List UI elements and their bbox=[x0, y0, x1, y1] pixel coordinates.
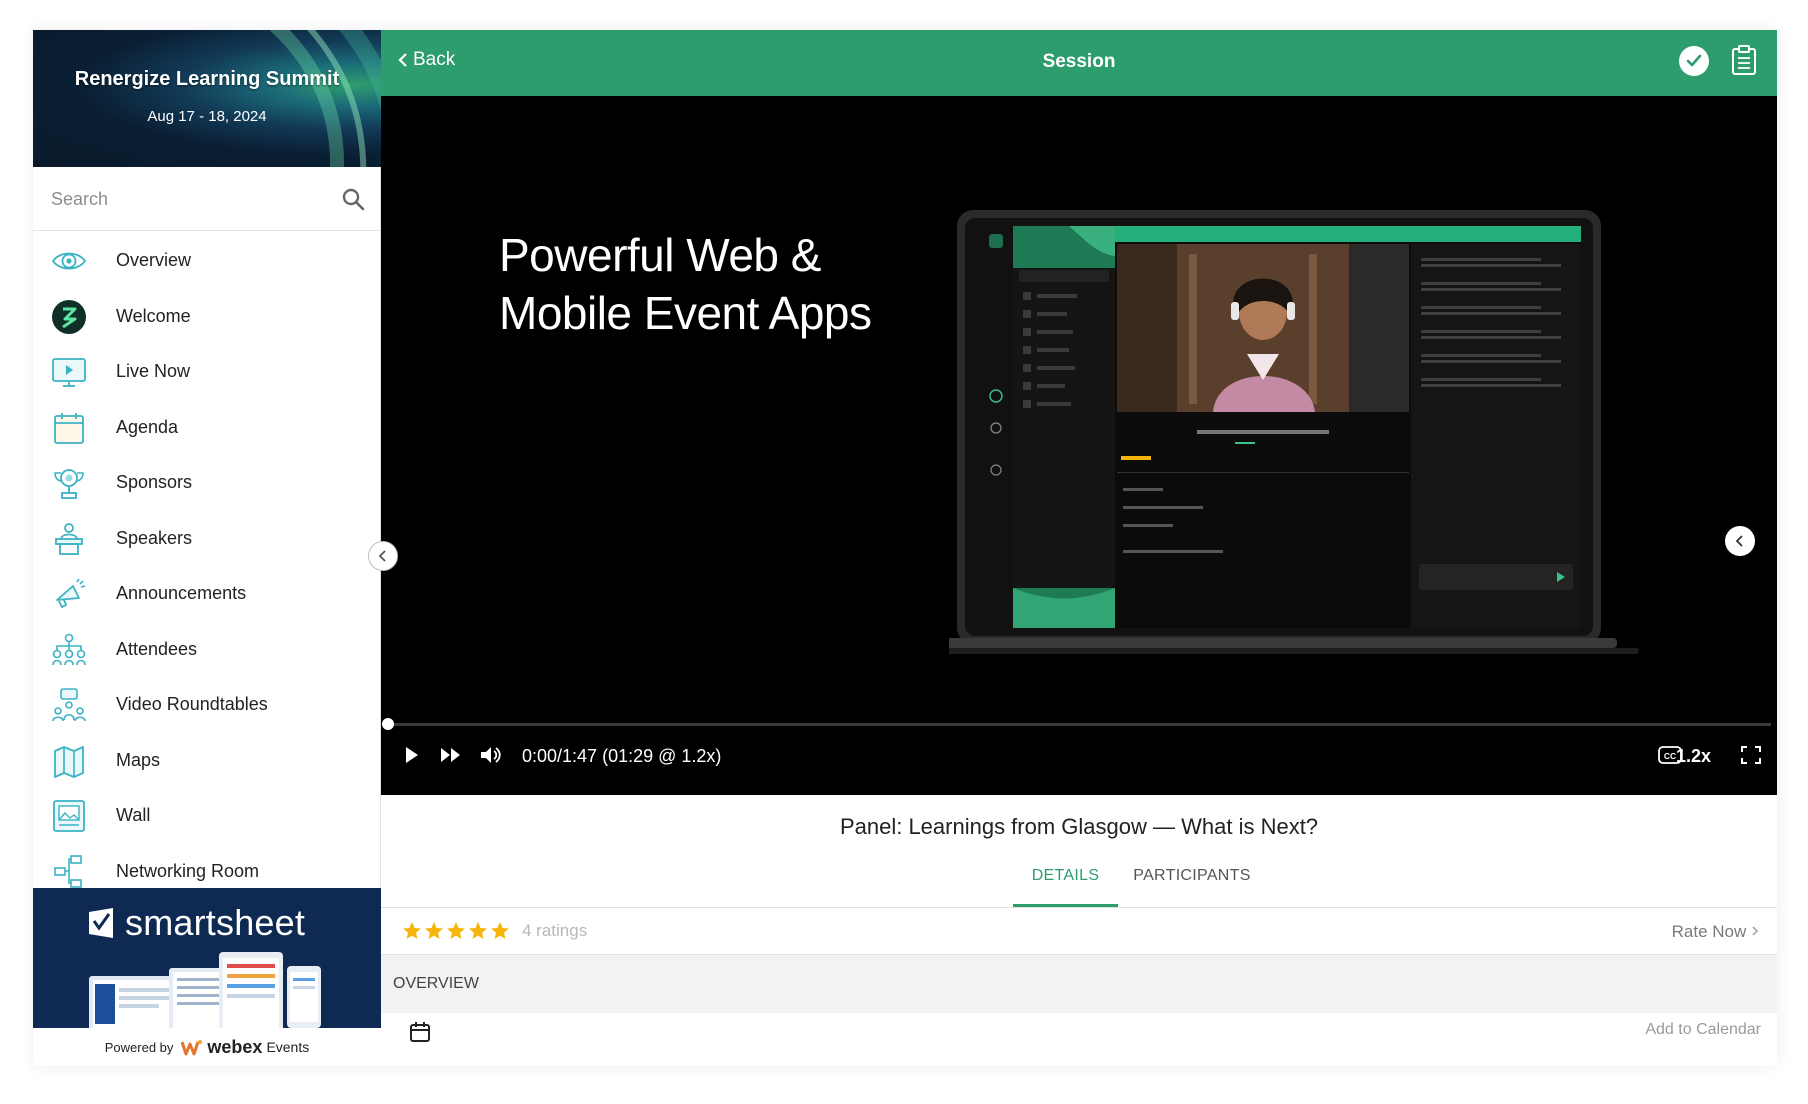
chevron-left-icon bbox=[378, 550, 386, 562]
video-headline: Powerful Web & Mobile Event Apps bbox=[499, 229, 872, 339]
volume-icon[interactable] bbox=[479, 744, 503, 766]
event-banner: Renergize Learning Summit Aug 17 - 18, 2… bbox=[33, 30, 381, 167]
sidebar-item-overview[interactable]: Overview bbox=[33, 233, 381, 289]
sidebar-item-label: Live Now bbox=[116, 361, 191, 381]
powered-by-label: Powered by bbox=[104, 1039, 174, 1055]
sidebar-item-live-now[interactable]: Live Now bbox=[33, 344, 381, 400]
sidebar-item-welcome[interactable]: Welcome bbox=[33, 289, 381, 345]
sidebar-item-announcements[interactable]: Announcements bbox=[33, 566, 381, 622]
notes-clipboard-icon[interactable] bbox=[1731, 44, 1757, 76]
star-icon bbox=[447, 922, 465, 939]
search-input[interactable] bbox=[51, 181, 321, 217]
event-dates: Aug 17 - 18, 2024 bbox=[147, 108, 267, 125]
ratings-count: 4 ratings bbox=[522, 921, 588, 940]
tab-details[interactable]: DETAILS bbox=[1013, 855, 1118, 907]
webex-events-label: Events bbox=[266, 1039, 310, 1055]
eye-icon bbox=[51, 252, 87, 270]
sidebar-item-speakers[interactable]: Speakers bbox=[33, 511, 381, 567]
webex-logo-icon bbox=[181, 1040, 203, 1056]
rate-now-label: Rate Now bbox=[1671, 922, 1747, 941]
map-icon bbox=[54, 745, 84, 778]
overview-section-header: OVERVIEW bbox=[381, 955, 1777, 1013]
calendar-icon bbox=[410, 1022, 430, 1042]
play-icon[interactable] bbox=[403, 744, 421, 766]
monitor-play-icon bbox=[52, 358, 86, 387]
session-title: Panel: Learnings from Glasgow — What is … bbox=[839, 814, 1319, 839]
star-icon bbox=[491, 922, 509, 939]
video-player[interactable]: Powerful Web & Mobile Event Apps 0:00/1:… bbox=[381, 96, 1777, 795]
sidebar-item-sponsors[interactable]: Sponsors bbox=[33, 455, 381, 511]
app-window: Renergize Learning Summit Aug 17 - 18, 2… bbox=[33, 30, 1777, 1066]
device-mockups-graphic bbox=[89, 952, 321, 1028]
webex-brand: webex bbox=[207, 1036, 263, 1057]
ad-brand: smartsheet bbox=[125, 902, 306, 943]
svg-text:CC: CC bbox=[1664, 751, 1676, 761]
sidebar-item-label: Networking Room bbox=[116, 860, 260, 881]
chevron-right-icon bbox=[1752, 926, 1758, 936]
powered-by-footer: Powered by webex Events bbox=[33, 1028, 381, 1066]
sidebar-item-label: Agenda bbox=[116, 416, 179, 437]
search-bar bbox=[33, 167, 381, 231]
star-icon bbox=[469, 922, 487, 939]
session-header: Back Session bbox=[381, 30, 1777, 96]
search-icon[interactable] bbox=[341, 187, 365, 211]
sidebar-item-label: Wall bbox=[116, 805, 151, 825]
sidebar-item-wall[interactable]: Wall bbox=[33, 788, 381, 844]
sidebar-item-agenda[interactable]: Agenda bbox=[33, 400, 381, 456]
sidebar-item-label: Speakers bbox=[116, 527, 193, 548]
tab-participants[interactable]: PARTICIPANTS bbox=[1126, 855, 1258, 907]
sidebar-item-label: Announcements bbox=[116, 583, 247, 603]
sidebar-item-video-roundtables[interactable]: Video Roundtables bbox=[33, 677, 381, 733]
rating-row: 4 ratings bbox=[402, 921, 587, 941]
sidebar-item-label: Overview bbox=[116, 250, 192, 270]
overview-label: OVERVIEW bbox=[393, 975, 479, 992]
sidebar-item-label: Welcome bbox=[116, 305, 191, 326]
time-readout: 0:00/1:47 (01:29 @ 1.2x) bbox=[522, 746, 722, 766]
rate-now-link[interactable]: Rate Now bbox=[1672, 922, 1759, 942]
calendar-icon bbox=[54, 412, 84, 444]
fullscreen-icon[interactable] bbox=[1739, 744, 1763, 766]
page-title: Session bbox=[1042, 51, 1116, 72]
tabs-divider bbox=[381, 907, 1777, 908]
checkmark-icon bbox=[1686, 54, 1702, 67]
back-button[interactable]: Back bbox=[397, 49, 455, 71]
progress-bar[interactable] bbox=[387, 723, 1771, 726]
podium-speaker-icon bbox=[55, 522, 83, 555]
photo-wall-icon bbox=[53, 800, 85, 832]
fast-forward-icon[interactable] bbox=[439, 744, 463, 766]
sponsor-ad-banner[interactable]: smartsheet bbox=[33, 888, 381, 1028]
add-to-calendar-link[interactable]: Add to Calendar bbox=[1645, 1021, 1761, 1039]
star-icon bbox=[403, 922, 421, 939]
chevron-left-icon bbox=[1735, 535, 1743, 547]
back-label: Back bbox=[413, 49, 456, 70]
next-slide-button[interactable] bbox=[1725, 526, 1755, 556]
trophy-icon bbox=[54, 469, 84, 499]
sidebar-item-label: Sponsors bbox=[116, 472, 193, 492]
session-details-panel: Panel: Learnings from Glasgow — What is … bbox=[381, 795, 1777, 1066]
sidebar-item-label: Video Roundtables bbox=[116, 694, 268, 714]
sidebar-item-label: Maps bbox=[116, 749, 161, 770]
smartsheet-mark-icon bbox=[89, 908, 113, 938]
attend-check-button[interactable] bbox=[1679, 46, 1709, 76]
laptop-app-preview-image bbox=[949, 210, 1639, 654]
sidebar-item-label: Attendees bbox=[116, 638, 198, 659]
smartsheet-logo: smartsheet bbox=[87, 902, 305, 944]
chevron-left-icon bbox=[398, 53, 407, 67]
sidebar: Renergize Learning Summit Aug 17 - 18, 2… bbox=[33, 30, 381, 1066]
progress-scrubber[interactable] bbox=[382, 718, 394, 730]
sidebar-item-maps[interactable]: Maps bbox=[33, 733, 381, 789]
star-icon bbox=[425, 922, 443, 939]
networking-icon bbox=[54, 854, 82, 888]
session-date-row: Add to Calendar bbox=[381, 1013, 1777, 1066]
banner-swirl-graphic bbox=[269, 30, 381, 167]
people-network-icon bbox=[52, 633, 86, 665]
collapse-sidebar-button[interactable] bbox=[368, 541, 398, 571]
event-title: Renergize Learning Summit bbox=[74, 68, 340, 90]
sidebar-item-attendees[interactable]: Attendees bbox=[33, 622, 381, 678]
playback-speed[interactable]: 1.2x bbox=[1676, 746, 1711, 767]
roundtable-icon bbox=[52, 688, 86, 722]
welcome-logo-icon bbox=[52, 299, 86, 334]
megaphone-icon bbox=[56, 578, 86, 609]
sidebar-menu: Overview Welcome Live Now Agenda Sponsor… bbox=[33, 233, 381, 899]
